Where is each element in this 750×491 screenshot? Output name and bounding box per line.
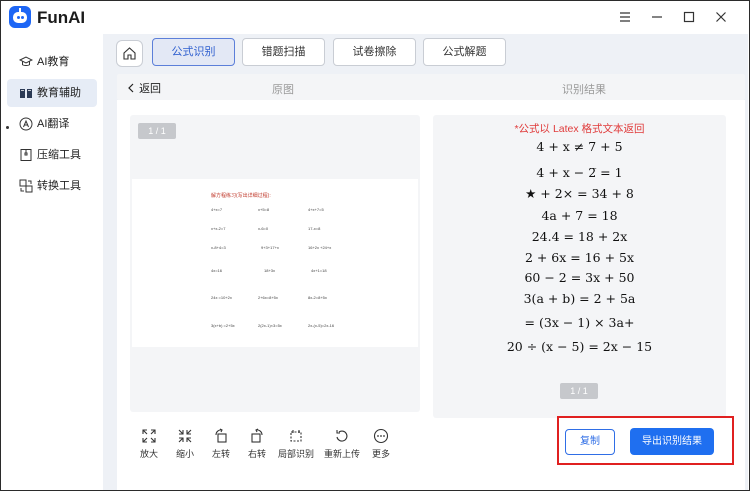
original-image-label: 原图 xyxy=(272,84,294,96)
document-equation: 4+x+7=5 xyxy=(308,207,324,212)
sidebar-item-ai-translate[interactable]: AI翻译 xyxy=(7,110,97,138)
copy-button[interactable]: 复制 xyxy=(565,429,615,455)
app-title: FunAI xyxy=(37,8,86,27)
convert-icon xyxy=(19,179,33,193)
document-equation: 18+3x xyxy=(264,268,276,273)
sidebar-item-education-assist[interactable]: 教育辅助 xyxy=(7,79,97,107)
book-icon xyxy=(20,89,32,98)
document-equation: 2(2x-1)×3=5x xyxy=(258,323,282,328)
sidebar-item-label: AI翻译 xyxy=(37,118,70,130)
compress-icon xyxy=(20,149,32,161)
sidebar-item-ai-education[interactable]: AI教育 xyxy=(7,48,97,76)
sidebar-item-label: 教育辅助 xyxy=(37,87,81,99)
page-indicator: 1 / 1 xyxy=(560,383,598,399)
document-equation: 16+2x +24+x xyxy=(308,245,332,250)
result-formula: 4 + x ≠ 7 + 5 xyxy=(536,139,623,154)
zoom-in-button[interactable]: 放大 xyxy=(132,428,166,460)
rotate-right-icon xyxy=(251,428,263,443)
document-equation: 17-x=8 xyxy=(308,226,321,231)
tab-paper-erase[interactable]: 试卷擦除 xyxy=(333,38,416,66)
shrink-icon xyxy=(178,429,192,443)
document-equation: 24x =10+2x xyxy=(211,295,232,300)
image-toolbar: 放大 缩小 左转 右转 局部识别 重新上传 更多 xyxy=(130,420,420,470)
translate-icon xyxy=(19,117,33,131)
document-equation: x-8+4=3 xyxy=(211,245,226,250)
reupload-button[interactable]: 重新上传 xyxy=(322,428,362,460)
document-equation: x+x-2=7 xyxy=(211,226,226,231)
chevron-left-icon xyxy=(128,83,134,93)
document-title: 解方程练习(写出详细过程): xyxy=(211,193,271,199)
result-formula: 20 ÷ (x − 5) = 2x − 15 xyxy=(506,339,653,354)
document-equation: 4x+1=18 xyxy=(311,268,327,273)
document-equation: 2+6x=8+5x xyxy=(258,295,278,300)
tab-bar: 公式识别 错题扫描 试卷擦除 公式解题 xyxy=(103,34,748,72)
sidebar: AI教育 教育辅助 AI翻译 压缩工具 转换工具 xyxy=(1,34,103,490)
latex-note: *公式以 Latex 格式文本返回 xyxy=(514,123,645,135)
partial-recognition-button[interactable]: 局部识别 xyxy=(276,428,316,460)
tool-label: 右转 xyxy=(247,449,266,459)
title-bar: FunAI xyxy=(1,1,749,34)
rotate-left-icon xyxy=(215,428,227,443)
tab-error-scan[interactable]: 错题扫描 xyxy=(242,38,325,66)
sidebar-item-compress-tools[interactable]: 压缩工具 xyxy=(7,141,97,169)
more-icon xyxy=(373,428,389,444)
document-equation: 4+x=7 xyxy=(211,207,223,212)
original-image-panel: 1 / 1 解方程练习(写出详细过程): 4+x=7 x+5=8 4+x+7=5… xyxy=(130,115,420,412)
rotate-right-button[interactable]: 右转 xyxy=(240,428,274,460)
more-button[interactable]: 更多 xyxy=(364,428,398,460)
tab-formula-recognition[interactable]: 公式识别 xyxy=(152,38,235,66)
tab-formula-solve[interactable]: 公式解题 xyxy=(423,38,506,66)
result-formula: 60 − 2 = 3x + 50 xyxy=(524,270,635,285)
content-area: 1 / 1 解方程练习(写出详细过程): 4+x=7 x+5=8 4+x+7=5… xyxy=(117,100,745,490)
document-equation: 2x-(x-5)=2x-16 xyxy=(308,323,335,328)
tool-label: 缩小 xyxy=(175,449,194,459)
sidebar-item-label: AI教育 xyxy=(37,56,70,68)
graduation-cap-icon xyxy=(19,56,33,66)
sidebar-item-label: 转换工具 xyxy=(37,180,81,192)
sidebar-item-label: 压缩工具 xyxy=(37,149,81,161)
recognition-result-panel: *公式以 Latex 格式文本返回 4 + x ≠ 7 + 5 4 + x − … xyxy=(433,115,726,418)
back-button[interactable]: 返回 xyxy=(127,80,161,96)
document-preview: 解方程练习(写出详细过程): 4+x=7 x+5=8 4+x+7=5 x+x-2… xyxy=(132,179,418,347)
tool-label: 左转 xyxy=(211,449,230,459)
app-logo-icon xyxy=(9,6,31,28)
result-label: 识别结果 xyxy=(562,84,606,96)
maximize-icon[interactable] xyxy=(678,7,700,29)
result-formula: 4 + x − 2̅ = 1 xyxy=(536,165,623,180)
document-equation: 9+3+17+x xyxy=(261,245,279,250)
reupload-icon xyxy=(336,430,348,442)
tool-label: 放大 xyxy=(139,449,158,459)
home-icon xyxy=(123,47,136,60)
result-formula: = (3x − 1) × 3a+ xyxy=(524,315,635,330)
expand-icon xyxy=(142,429,156,443)
export-results-button[interactable]: 导出识别结果 xyxy=(630,428,714,455)
document-equation: 8x-2=8+5x xyxy=(308,295,327,300)
document-equation: x-6=0 xyxy=(258,226,269,231)
rotate-left-button[interactable]: 左转 xyxy=(204,428,238,460)
result-formula: 24.4 = 18 + 2x xyxy=(531,229,628,244)
sub-header: 返回 原图 识别结果 xyxy=(117,74,745,100)
page-indicator: 1 / 1 xyxy=(138,123,176,139)
result-formula: 2 + 6x = 16 + 5x xyxy=(524,250,635,265)
crop-icon xyxy=(290,430,302,442)
menu-icon[interactable] xyxy=(614,7,636,29)
minimize-icon[interactable] xyxy=(646,7,668,29)
sidebar-item-convert-tools[interactable]: 转换工具 xyxy=(7,172,97,200)
zoom-out-button[interactable]: 缩小 xyxy=(168,428,202,460)
document-equation: 4x=16 xyxy=(211,268,223,273)
result-formula: 3(a + b) = 2 + 5a xyxy=(523,291,636,306)
result-formula: 4a + 7 = 18 xyxy=(541,208,618,223)
main-area: 公式识别 错题扫描 试卷擦除 公式解题 返回 原图 识别结果 1 / 1 解方程… xyxy=(103,34,748,490)
close-icon[interactable] xyxy=(710,7,732,29)
tool-label: 更多 xyxy=(371,449,390,459)
tool-label: 局部识别 xyxy=(277,449,314,459)
tool-label: 重新上传 xyxy=(323,449,360,459)
home-button[interactable] xyxy=(116,40,143,67)
result-formula: ★ + 2× = 34 + 8 xyxy=(525,186,634,201)
back-label: 返回 xyxy=(139,83,162,95)
document-equation: x+5=8 xyxy=(258,207,270,212)
document-equation: 3(x+b) =2+5x xyxy=(211,323,235,328)
